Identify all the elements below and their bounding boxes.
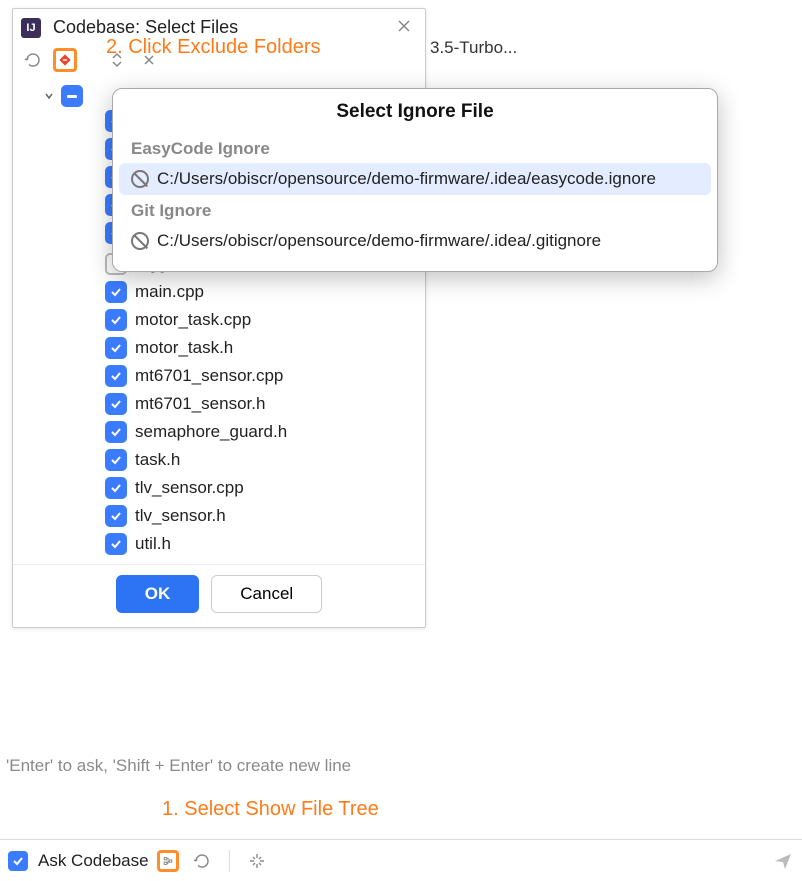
- collapse-icon[interactable]: [137, 48, 161, 72]
- file-row[interactable]: tlv_sensor.h: [21, 502, 417, 530]
- file-label: util.h: [135, 534, 171, 554]
- easycode-ignore-header: EasyCode Ignore: [113, 133, 717, 163]
- sparkle-icon[interactable]: [246, 850, 268, 872]
- file-row[interactable]: motor_task.cpp: [21, 306, 417, 334]
- send-icon[interactable]: [772, 850, 794, 872]
- root-checkbox[interactable]: [61, 85, 83, 107]
- easycode-ignore-path: C:/Users/obiscr/opensource/demo-firmware…: [157, 169, 656, 189]
- divider: [229, 850, 230, 872]
- file-checkbox[interactable]: [105, 309, 127, 331]
- git-ignore-path: C:/Users/obiscr/opensource/demo-firmware…: [157, 231, 601, 251]
- ask-codebase-checkbox[interactable]: [8, 851, 28, 871]
- exclude-folders-button[interactable]: [53, 48, 77, 72]
- ok-button[interactable]: OK: [116, 575, 200, 613]
- dialog-toolbar: [13, 42, 425, 78]
- app-icon: IJ: [21, 18, 41, 38]
- dialog-title: Codebase: Select Files: [53, 17, 238, 38]
- git-ignore-item[interactable]: C:/Users/obiscr/opensource/demo-firmware…: [113, 225, 717, 257]
- git-ignore-header: Git Ignore: [113, 195, 717, 225]
- file-label: motor_task.h: [135, 338, 233, 358]
- select-ignore-file-popup: Select Ignore File EasyCode Ignore C:/Us…: [112, 88, 718, 272]
- file-label: task.h: [135, 450, 180, 470]
- file-label: mt6701_sensor.cpp: [135, 366, 283, 386]
- easycode-ignore-item[interactable]: C:/Users/obiscr/opensource/demo-firmware…: [119, 163, 711, 195]
- file-row[interactable]: tlv_sensor.cpp: [21, 474, 417, 502]
- file-checkbox[interactable]: [105, 449, 127, 471]
- popup-title: Select Ignore File: [113, 101, 717, 133]
- file-checkbox[interactable]: [105, 505, 127, 527]
- annotation-step-1: 1. Select Show File Tree: [162, 798, 379, 821]
- file-checkbox[interactable]: [105, 365, 127, 387]
- file-checkbox[interactable]: [105, 337, 127, 359]
- file-label: semaphore_guard.h: [135, 422, 287, 442]
- file-checkbox[interactable]: [105, 393, 127, 415]
- file-checkbox[interactable]: [105, 421, 127, 443]
- chevron-down-icon[interactable]: [41, 88, 57, 104]
- file-label: tlv_sensor.cpp: [135, 478, 244, 498]
- file-label: main.cpp: [135, 282, 204, 302]
- model-label: 3.5-Turbo...: [430, 38, 517, 58]
- file-checkbox[interactable]: [105, 477, 127, 499]
- close-icon[interactable]: [397, 19, 415, 37]
- ignore-icon: [131, 232, 149, 250]
- file-row[interactable]: mt6701_sensor.h: [21, 390, 417, 418]
- file-row[interactable]: motor_task.h: [21, 334, 417, 362]
- dialog-button-row: OK Cancel: [13, 564, 425, 627]
- refresh-icon[interactable]: [191, 850, 213, 872]
- file-label: mt6701_sensor.h: [135, 394, 265, 414]
- show-file-tree-button[interactable]: [157, 850, 179, 872]
- file-row[interactable]: mt6701_sensor.cpp: [21, 362, 417, 390]
- file-label: motor_task.cpp: [135, 310, 251, 330]
- cancel-button[interactable]: Cancel: [211, 575, 322, 613]
- dialog-titlebar: IJ Codebase: Select Files: [13, 9, 425, 42]
- file-row[interactable]: main.cpp: [21, 278, 417, 306]
- input-placeholder-hint: 'Enter' to ask, 'Shift + Enter' to creat…: [6, 756, 351, 776]
- file-checkbox[interactable]: [105, 533, 127, 555]
- ask-codebase-label: Ask Codebase: [38, 851, 149, 871]
- file-row[interactable]: task.h: [21, 446, 417, 474]
- bottom-toolbar: Ask Codebase: [0, 839, 802, 881]
- file-row[interactable]: semaphore_guard.h: [21, 418, 417, 446]
- file-label: tlv_sensor.h: [135, 506, 226, 526]
- file-checkbox[interactable]: [105, 281, 127, 303]
- expand-icon[interactable]: [105, 48, 129, 72]
- refresh-icon[interactable]: [21, 48, 45, 72]
- file-row[interactable]: util.h: [21, 530, 417, 558]
- ignore-icon: [131, 170, 149, 188]
